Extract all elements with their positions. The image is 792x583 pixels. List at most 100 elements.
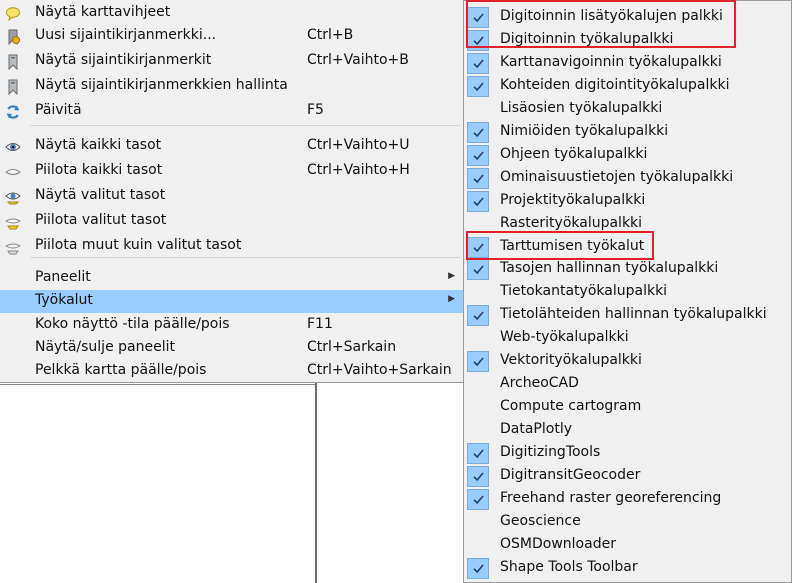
toolbar-item-label: DigitransitGeocoder [500,467,641,483]
toolbar-item-osmdownloader[interactable]: OSMDownloader [464,534,791,557]
menu-item-label: Näytä sijaintikirjanmerkkien hallinta [35,77,288,93]
toolbar-item-digitransitgeocoder[interactable]: DigitransitGeocoder [464,465,791,488]
menu-item-nayta-valitut-tasot[interactable]: Näytä valitut tasot [0,185,463,208]
toolbar-item-label: Shape Tools Toolbar [500,558,638,575]
toolbar-item-label: Nimiöiden työkalupalkki [500,122,669,139]
toolbar-item-lisaosien-tyokalupalkki[interactable]: Lisäosien työkalupalkki [464,98,791,121]
menu-item-label: Koko näyttö -tila päälle/pois [35,316,230,332]
menu-item-paivita[interactable]: Päivitä F5 [0,100,463,123]
submenu-arrow-icon: ▶ [448,271,455,281]
menu-item-shortcut: Ctrl+Vaihto+Sarkain [307,362,452,378]
menu-item-nayta-sijaintikirjanmerkkien-hallinta[interactable]: Näytä sijaintikirjanmerkkien hallinta [0,75,463,98]
menu-item-uusi-sijaintikirjanmerkki[interactable]: Uusi sijaintikirjanmerkki... Ctrl+B [0,25,463,48]
new-bookmark-icon [5,29,21,45]
eye-selected-icon [5,189,21,205]
eye-open-icon [5,139,21,155]
menu-item-label: Päivitä [35,102,82,118]
menu-separator [30,125,460,126]
menu-item-label: Näytä karttavihjeet [35,4,171,20]
toolbar-item-label: Tasojen hallinnan työkalupalkki [500,260,719,277]
menu-item-label: Piilota muut kuin valitut tasot [35,237,242,253]
menu-item-paneelit[interactable]: Paneelit ▶ [0,267,463,290]
menu-item-label: Pelkkä kartta päälle/pois [35,362,207,378]
menu-item-tyokalut[interactable]: Työkalut ▶ [0,290,463,313]
menu-item-shortcut: Ctrl+Vaihto+H [307,162,410,178]
toolbar-item-label: Ohjeen työkalupalkki [500,145,648,162]
menu-item-koko-naytto-tila-paalle-pois[interactable]: Koko näyttö -tila päälle/pois F11 [0,314,463,337]
check-icon [467,259,489,281]
toolbar-item-tietokantatyokalupalkki[interactable]: Tietokantatyökalupalkki [464,281,791,304]
toolbar-item-label: Lisäosien työkalupalkki [500,99,663,116]
toolbar-item-digitizingtools[interactable]: DigitizingTools [464,442,791,465]
toolbar-item-vektorityokalupalkki[interactable]: Vektorityökalupalkki [464,350,791,373]
annotation-box-digitizing [466,0,736,48]
toolbar-item-karttanavigoinnin-tyokalupalkki[interactable]: Karttanavigoinnin työkalupalkki [464,52,791,75]
toolbar-item-compute-cartogram[interactable]: Compute cartogram [464,396,791,419]
toolbar-item-label: Rasterityökalupalkki [500,214,643,231]
check-icon [467,190,489,212]
menu-item-label: Näytä/sulje paneelit [35,339,175,355]
toolbar-item-label: Tietolähteiden hallinnan työkalupalkki [500,306,767,323]
toolbar-item-ohjeen-tyokalupalkki[interactable]: Ohjeen työkalupalkki [464,144,791,167]
toolbar-item-label: DigitizingTools [500,444,601,461]
toolbar-item-web-tyokalupalkki[interactable]: Web-työkalupalkki [464,327,791,350]
toolbar-item-projektityokalupalkki[interactable]: Projektityökalupalkki [464,190,791,213]
menu-item-pelkka-kartta-paalle-pois[interactable]: Pelkkä kartta päälle/pois Ctrl+Vaihto+Sar… [0,360,463,383]
toolbar-item-tasojen-hallinnan-tyokalupalkki[interactable]: Tasojen hallinnan työkalupalkki [464,258,791,281]
toolbars-submenu: Digitoinnin lisätyökalujen palkki Digitoi… [463,0,792,583]
menu-item-label: Paneelit [35,269,91,285]
menu-item-shortcut: F11 [307,316,333,332]
toolbar-item-geoscience[interactable]: Geoscience [464,511,791,534]
toolbar-item-label: Tietokantatyökalupalkki [500,283,668,300]
check-icon [467,167,489,189]
check-icon [467,488,489,510]
toolbar-item-freehand-raster-georeferencing[interactable]: Freehand raster georeferencing [464,488,791,511]
check-icon [467,144,489,166]
map-canvas-line [315,383,317,583]
toolbar-item-label: Karttanavigoinnin työkalupalkki [500,53,722,70]
menu-item-label: Työkalut [35,292,93,308]
toolbar-item-dataplotly[interactable]: DataPlotly [464,419,791,442]
refresh-icon [5,104,21,120]
hide-selected-icon [5,214,21,230]
eye-closed-icon [5,164,21,180]
menu-item-piilota-muut-kuin-valitut-tasot[interactable]: Piilota muut kuin valitut tasot [0,235,463,258]
check-icon [467,75,489,97]
toolbar-item-label: OSMDownloader [500,535,616,552]
bookmark-icon [5,54,21,70]
toolbar-item-label: Ominaisuustietojen työkalupalkki [500,168,734,185]
menu-item-label: Näytä valitut tasot [35,187,166,203]
toolbar-item-tietolahteiden-hallinnan-tyokalupalkki[interactable]: Tietolähteiden hallinnan työkalupalkki [464,304,791,327]
toolbar-item-kohteiden-digitointityokalupalkki[interactable]: Kohteiden digitointityökalupalkki [464,75,791,98]
check-icon [467,557,489,579]
toolbar-item-label: Vektorityökalupalkki [500,352,642,369]
menu-item-nayta-sulje-paneelit[interactable]: Näytä/sulje paneelit Ctrl+Sarkain [0,337,463,360]
menu-item-label: Näytä sijaintikirjanmerkit [35,52,212,68]
toolbar-item-nimioiden-tyokalupalkki[interactable]: Nimiöiden työkalupalkki [464,121,791,144]
menu-item-piilota-valitut-tasot[interactable]: Piilota valitut tasot [0,210,463,233]
bookmark-manager-icon [5,79,21,95]
annotation-box-snapping [466,231,654,260]
menu-item-label: Piilota valitut tasot [35,212,167,228]
view-menu: Näytä karttavihjeet Uusi sijaintikirjanme… [0,0,464,383]
menu-item-nayta-sijaintikirjanmerkit[interactable]: Näytä sijaintikirjanmerkit Ctrl+Vaihto+B [0,50,463,73]
hide-deselected-icon [5,239,21,255]
menu-item-nayta-karttavihjeet[interactable]: Näytä karttavihjeet [0,2,463,25]
check-icon [467,466,489,487]
menu-item-label: Uusi sijaintikirjanmerkki... [35,27,217,43]
toolbar-item-label: Kohteiden digitointityökalupalkki [500,76,730,93]
menu-item-nayta-kaikki-tasot[interactable]: Näytä kaikki tasot Ctrl+Vaihto+U [0,135,463,158]
check-icon [467,121,489,143]
menu-item-shortcut: Ctrl+B [307,27,354,43]
menu-item-shortcut: Ctrl+Vaihto+U [307,137,410,153]
toolbar-item-archeocad[interactable]: ArcheoCAD [464,373,791,396]
toolbar-item-label: Projektityökalupalkki [500,191,646,208]
menu-item-shortcut: Ctrl+Sarkain [307,339,397,355]
map-canvas-line [0,384,315,385]
check-icon [467,351,489,373]
menu-item-piilota-kaikki-tasot[interactable]: Piilota kaikki tasot Ctrl+Vaihto+H [0,160,463,183]
toolbar-item-label: ArcheoCAD [500,375,579,392]
toolbar-item-ominaisuustietojen-tyokalupalkki[interactable]: Ominaisuustietojen työkalupalkki [464,167,791,190]
tooltip-bubble-icon [5,6,21,22]
toolbar-item-shape-tools-toolbar[interactable]: Shape Tools Toolbar [464,557,791,580]
